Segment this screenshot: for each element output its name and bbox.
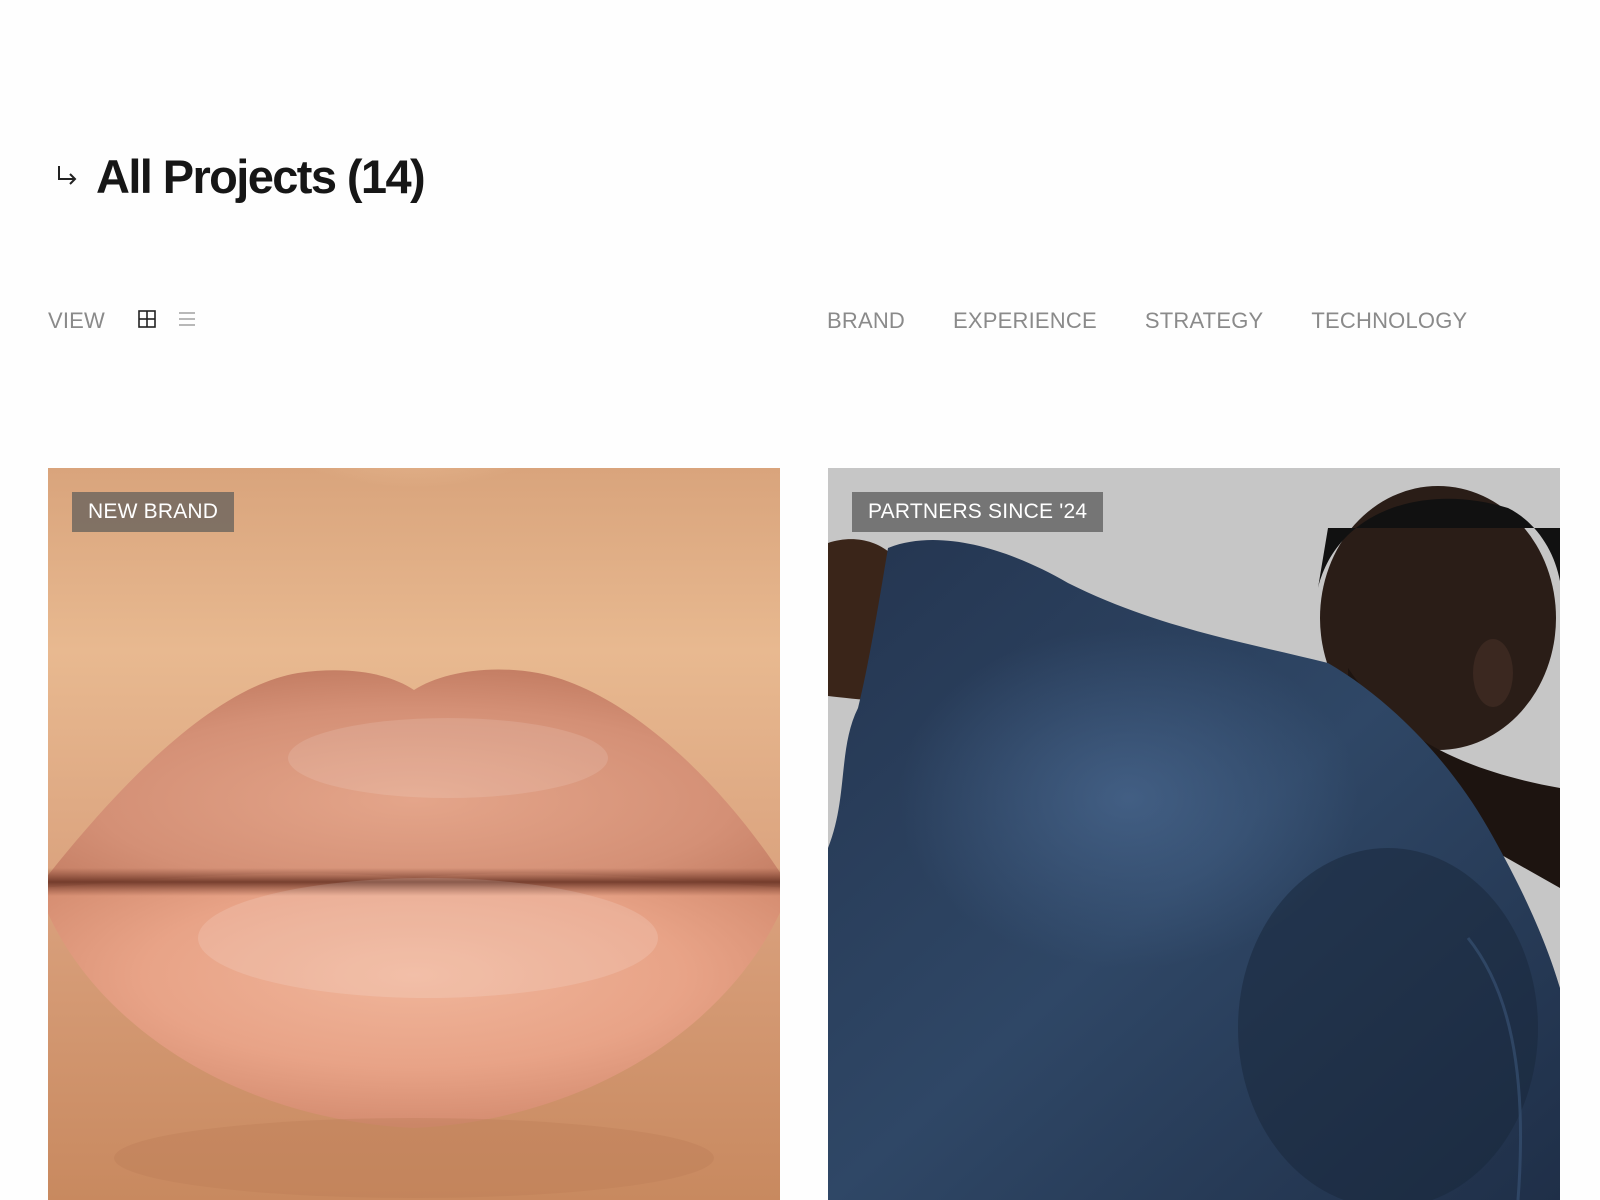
view-label: VIEW	[48, 308, 106, 333]
grid-view-icon[interactable]	[136, 308, 158, 330]
project-badge: NEW BRAND	[72, 492, 235, 532]
list-view-icon[interactable]	[176, 308, 198, 330]
filter-strategy[interactable]: STRATEGY	[1145, 308, 1264, 334]
project-badge: PARTNERS SINCE '24	[852, 492, 1104, 532]
filter-technology[interactable]: TECHNOLOGY	[1311, 308, 1467, 334]
project-card[interactable]: PARTNERS SINCE '24	[828, 468, 1560, 1200]
return-arrow-icon	[54, 163, 80, 189]
man-in-navy-tshirt-photo	[828, 468, 1560, 1200]
filter-brand[interactable]: BRAND	[827, 308, 905, 334]
filter-experience[interactable]: EXPERIENCE	[953, 308, 1097, 334]
page-title: All Projects (14)	[96, 149, 426, 203]
page: All Projects (14) VIEW BRAND EXPERIENCE …	[0, 0, 1600, 1200]
page-heading: All Projects (14)	[54, 144, 426, 208]
toolbar: VIEW BRAND EXPERIENCE STRATEGY TECHNOLOG…	[48, 300, 1560, 340]
filter-tabs: BRAND EXPERIENCE STRATEGY TECHNOLOGY	[827, 308, 1515, 334]
project-card[interactable]: NEW BRAND	[48, 468, 780, 1200]
lips-closeup-photo	[48, 468, 780, 1200]
